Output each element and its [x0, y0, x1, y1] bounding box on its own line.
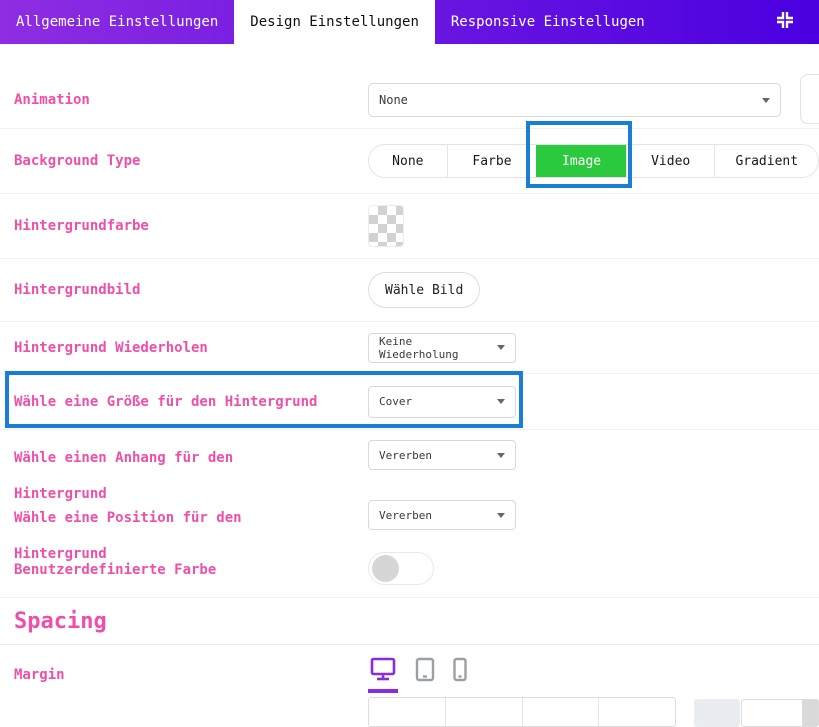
- custom-color-toggle[interactable]: [368, 552, 434, 585]
- responsive-device-switcher: [368, 657, 468, 693]
- background-type-option-none[interactable]: None: [369, 145, 447, 177]
- background-repeat-label: Hintergrund Wiederholen: [14, 340, 368, 356]
- background-repeat-select-value: Keine Wiederholung: [379, 335, 497, 361]
- choose-image-button[interactable]: Wähle Bild: [368, 272, 480, 308]
- device-tablet-button[interactable]: [414, 657, 436, 687]
- row-background-image: Hintergrundbild Wähle Bild: [0, 259, 819, 322]
- spacing-section-heading: Spacing: [0, 598, 819, 645]
- animation-label: Animation: [14, 92, 368, 108]
- background-type-option-farbe[interactable]: Farbe: [447, 145, 537, 177]
- row-background-size: Wähle eine Größe für den Hintergrund Cov…: [0, 374, 819, 430]
- background-type-option-video[interactable]: Video: [626, 145, 715, 177]
- animation-select[interactable]: None: [368, 83, 781, 117]
- animation-extra-control[interactable]: [800, 74, 819, 124]
- mobile-icon: [452, 657, 468, 687]
- compress-button[interactable]: [763, 0, 807, 44]
- background-attachment-select-value: Vererben: [379, 449, 432, 462]
- margin-top-input[interactable]: [369, 698, 445, 726]
- chevron-down-icon: [762, 98, 770, 103]
- background-position-select[interactable]: Vererben: [368, 500, 516, 530]
- background-image-label: Hintergrundbild: [14, 282, 368, 298]
- background-type-label: Background Type: [14, 153, 368, 169]
- background-color-label: Hintergrundfarbe: [14, 218, 368, 234]
- settings-panel: Animation None Background Type None Farb…: [0, 44, 819, 711]
- margin-unit-selector[interactable]: [802, 700, 818, 726]
- custom-color-label: Benutzerdefinierte Farbe: [14, 552, 368, 588]
- desktop-icon: [369, 657, 397, 687]
- margin-dimension-inputs: [368, 697, 676, 727]
- chevron-down-icon: [497, 513, 505, 518]
- background-size-select-value: Cover: [379, 395, 412, 408]
- margin-unit-input[interactable]: [741, 699, 819, 727]
- row-animation: Animation None: [0, 72, 819, 129]
- margin-right-input[interactable]: [445, 698, 522, 726]
- tab-responsive-einstellungen[interactable]: Responsive Einstellugen: [435, 0, 661, 44]
- tab-allgemeine-einstellungen[interactable]: Allgemeine Einstellungen: [0, 0, 234, 44]
- margin-link-button[interactable]: [694, 699, 740, 727]
- background-size-select[interactable]: Cover: [368, 386, 516, 418]
- row-background-type: Background Type None Farbe Image Video G…: [0, 129, 819, 194]
- background-size-label: Wähle eine Größe für den Hintergrund: [14, 394, 368, 410]
- device-mobile-button[interactable]: [452, 657, 468, 687]
- content-top-gap: [0, 44, 819, 72]
- color-picker-swatch[interactable]: [368, 205, 404, 247]
- row-background-color: Hintergrundfarbe: [0, 194, 819, 259]
- background-position-select-value: Vererben: [379, 509, 432, 522]
- active-device-indicator: [368, 689, 398, 693]
- chevron-down-icon: [497, 399, 505, 404]
- background-type-option-gradient[interactable]: Gradient: [714, 145, 818, 177]
- background-repeat-select[interactable]: Keine Wiederholung: [368, 333, 516, 363]
- background-type-option-image[interactable]: Image: [536, 145, 626, 177]
- settings-tabbar: Allgemeine Einstellungen Design Einstell…: [0, 0, 819, 44]
- device-desktop-button[interactable]: [368, 657, 398, 693]
- tablet-icon: [414, 657, 436, 687]
- margin-left-input[interactable]: [598, 698, 675, 726]
- chevron-down-icon: [497, 453, 505, 458]
- compress-icon: [775, 10, 795, 34]
- row-background-repeat: Hintergrund Wiederholen Keine Wiederholu…: [0, 322, 819, 374]
- margin-bottom-input[interactable]: [522, 698, 599, 726]
- toggle-knob: [372, 555, 399, 582]
- background-attachment-select[interactable]: Vererben: [368, 440, 516, 470]
- animation-select-value: None: [379, 93, 408, 107]
- chevron-down-icon: [497, 345, 505, 350]
- tab-design-einstellungen[interactable]: Design Einstellungen: [234, 0, 435, 44]
- tabbar-spacer: [661, 0, 763, 44]
- background-type-button-group: None Farbe Image Video Gradient: [368, 144, 819, 178]
- margin-label: Margin: [14, 667, 368, 683]
- row-background-attachment: Wähle einen Anhang für den Hintergrund V…: [0, 430, 819, 486]
